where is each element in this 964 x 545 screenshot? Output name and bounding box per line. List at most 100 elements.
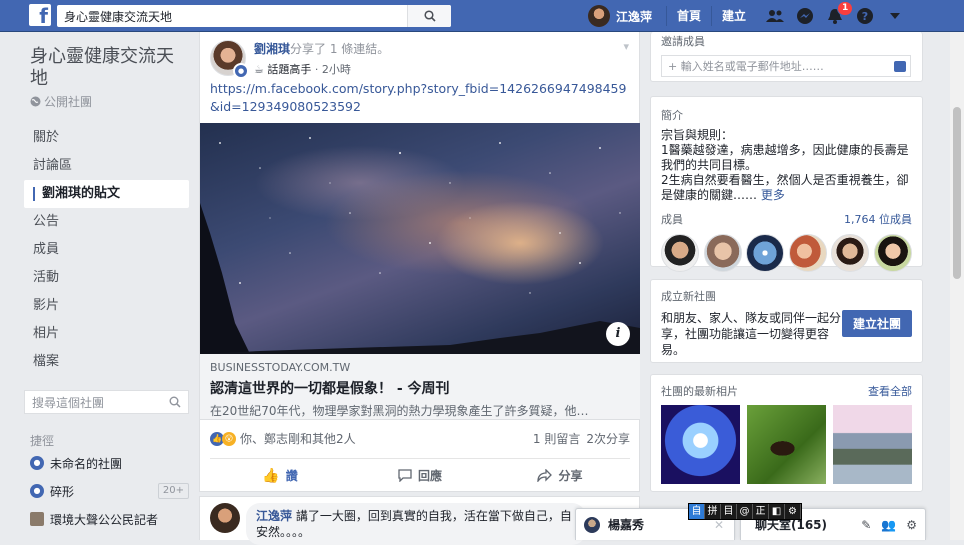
ime-key[interactable]: 目 [721,504,737,519]
avatar[interactable] [703,234,742,272]
share-button[interactable]: 分享 [490,459,630,492]
group-photo[interactable] [833,405,912,484]
see-more-link[interactable]: 更多 [761,188,785,202]
group-photo[interactable] [747,405,826,484]
create-group-title: 成立新社團 [661,290,716,303]
nav-members[interactable]: 成員 [24,236,189,264]
comment-button[interactable]: 回應 [350,459,490,492]
facebook-logo-icon[interactable]: f [29,4,51,26]
shortcuts-heading: 捷徑 [30,434,55,448]
shortcut-item[interactable]: ● 碎形 20+ [24,477,189,505]
nav-member-posts[interactable]: 劉湘琪的貼文 [24,180,189,208]
avatar[interactable] [873,234,912,272]
commenter-avatar[interactable] [210,503,240,533]
ime-key[interactable]: @ [737,504,753,519]
nav-events[interactable]: 活動 [24,264,189,292]
group-search-field[interactable]: 搜尋這個社團 [24,390,189,414]
top-nav-right: 江逸萍 首頁 建立 1 ? [588,0,906,32]
comments-count[interactable]: 1 則留言 [533,430,580,447]
link-preview-card[interactable]: BUSINESSTODAY.COM.TW 認清這世界的一切都是假象！ - 今周刊… [200,354,640,420]
search-bar[interactable]: 身心靈健康交流天地 [57,5,451,27]
avatar[interactable] [788,234,827,272]
post-text-link[interactable]: https://m.facebook.com/story.php?story_f… [210,80,630,116]
page-scrollbar[interactable] [950,32,964,540]
reactions-text[interactable]: 你、鄭志剛和其他2人 [240,430,356,447]
group-chat-icon[interactable]: 👥 [881,518,896,532]
ime-key[interactable]: ⚙ [785,504,801,519]
ime-key[interactable]: 自 [689,504,705,519]
coffee-icon: ☕ [254,63,264,76]
nav-discussion[interactable]: 討論區 [24,152,189,180]
search-icon[interactable] [169,396,181,408]
svg-text:?: ? [862,10,868,23]
nav-videos-label: 影片 [33,298,60,313]
members-count-link[interactable]: 1,764 位成員 [844,211,912,227]
info-icon[interactable]: i [606,322,630,346]
ime-key[interactable]: 正 [753,504,769,519]
like-button[interactable]: 👍 讚 [210,459,350,492]
shortcut-item[interactable]: 環境大聲公公民記者 [24,505,189,533]
home-link[interactable]: 首頁 [667,6,713,26]
invite-members-card: 邀請成員 + 輸入姓名或電子郵件地址…… [650,32,923,82]
recent-photos-card: 社團的最新相片 查看全部 [650,374,923,492]
thumbs-up-icon: 👍 [262,467,280,484]
link-preview-image[interactable]: i [200,123,640,354]
post-options-chevron-icon[interactable]: ▾ [623,40,629,53]
nav-photos[interactable]: 相片 [24,320,189,348]
nav-announcements[interactable]: 公告 [24,208,189,236]
nav-files[interactable]: 檔案 [24,348,189,376]
nav-member-posts-label: 劉湘琪的貼文 [42,186,121,201]
nav-members-label: 成員 [33,242,60,257]
see-all-link[interactable]: 查看全部 [868,383,912,399]
invite-input[interactable]: + 輸入姓名或電子郵件地址…… [661,55,911,77]
shortcut-item[interactable]: ● 未命名的社團 [24,449,189,477]
search-button[interactable] [407,5,451,27]
create-group-text: 和朋友、家人、隊友或同伴一起分享，社團功能讓這一切變得更容易。 [661,311,842,357]
chat-friend-name: 楊嘉秀 [608,518,645,532]
create-group-button[interactable]: 建立社團 [841,310,912,337]
top-contributor-badge[interactable]: 話題高手 [267,63,311,76]
friend-requests-icon[interactable] [764,5,786,27]
author-avatar[interactable]: ● [210,40,249,79]
link-title[interactable]: 認清這世界的一切都是假象！ - 今周刊 [210,378,630,398]
nav-videos[interactable]: 影片 [24,292,189,320]
profile-link[interactable]: 江逸萍 [588,5,668,27]
commenter-name[interactable]: 江逸萍 [256,509,292,523]
chat-tools: ✎ 👥 ⚙ [861,518,917,532]
contacts-icon[interactable] [894,60,906,72]
avatar[interactable] [661,234,699,272]
post-sub-line: ☕ 話題高手 · 2小時 [254,63,351,76]
share-icon [537,469,553,482]
about-description: 宗旨與規則： 1醫藥越發達，病患越增多，因此健康的長壽是我們的共同目標。 2生病… [661,128,912,203]
profile-name: 江逸萍 [616,9,653,24]
group-photo[interactable] [661,405,740,484]
messenger-icon[interactable] [794,5,816,27]
post-timestamp[interactable]: 2小時 [322,63,351,76]
compose-icon[interactable]: ✎ [861,518,871,532]
notifications-icon[interactable]: 1 [824,1,854,27]
starry-sky-image [200,137,640,354]
help-icon[interactable]: ? [854,5,876,27]
avatar[interactable] [746,234,785,272]
shortcut-label: 碎形 [50,484,75,499]
search-input[interactable]: 身心靈健康交流天地 [57,8,407,25]
group-name[interactable]: 身心靈健康交流天地 [24,46,189,90]
group-privacy: 公開社團 [24,93,189,110]
shares-count[interactable]: 2次分享 [586,430,630,447]
page-thumbnail-icon [30,512,44,526]
ime-key[interactable]: 拼 [705,504,721,519]
avatar[interactable] [831,234,870,272]
nav-about-label: 關於 [33,130,60,145]
post-author-name[interactable]: 劉湘琪 [254,42,290,56]
create-link[interactable]: 建立 [712,6,756,26]
scrollbar-thumb[interactable] [953,107,961,279]
comment-text-continued: 安然。。。。 [256,525,311,539]
ime-key[interactable]: ◧ [769,504,785,519]
account-menu-chevron-icon[interactable] [884,5,906,27]
post-actions: 👍 讚 回應 分享 [210,458,630,492]
gear-icon[interactable]: ⚙ [906,518,917,532]
nav-files-label: 檔案 [33,354,60,369]
create-group-card: 成立新社團 和朋友、家人、隊友或同伴一起分享，社團功能讓這一切變得更容易。 建立… [650,279,923,363]
nav-about[interactable]: 關於 [24,124,189,152]
ime-toolbar: 自 拼 目 @ 正 ◧ ⚙ [688,503,802,520]
